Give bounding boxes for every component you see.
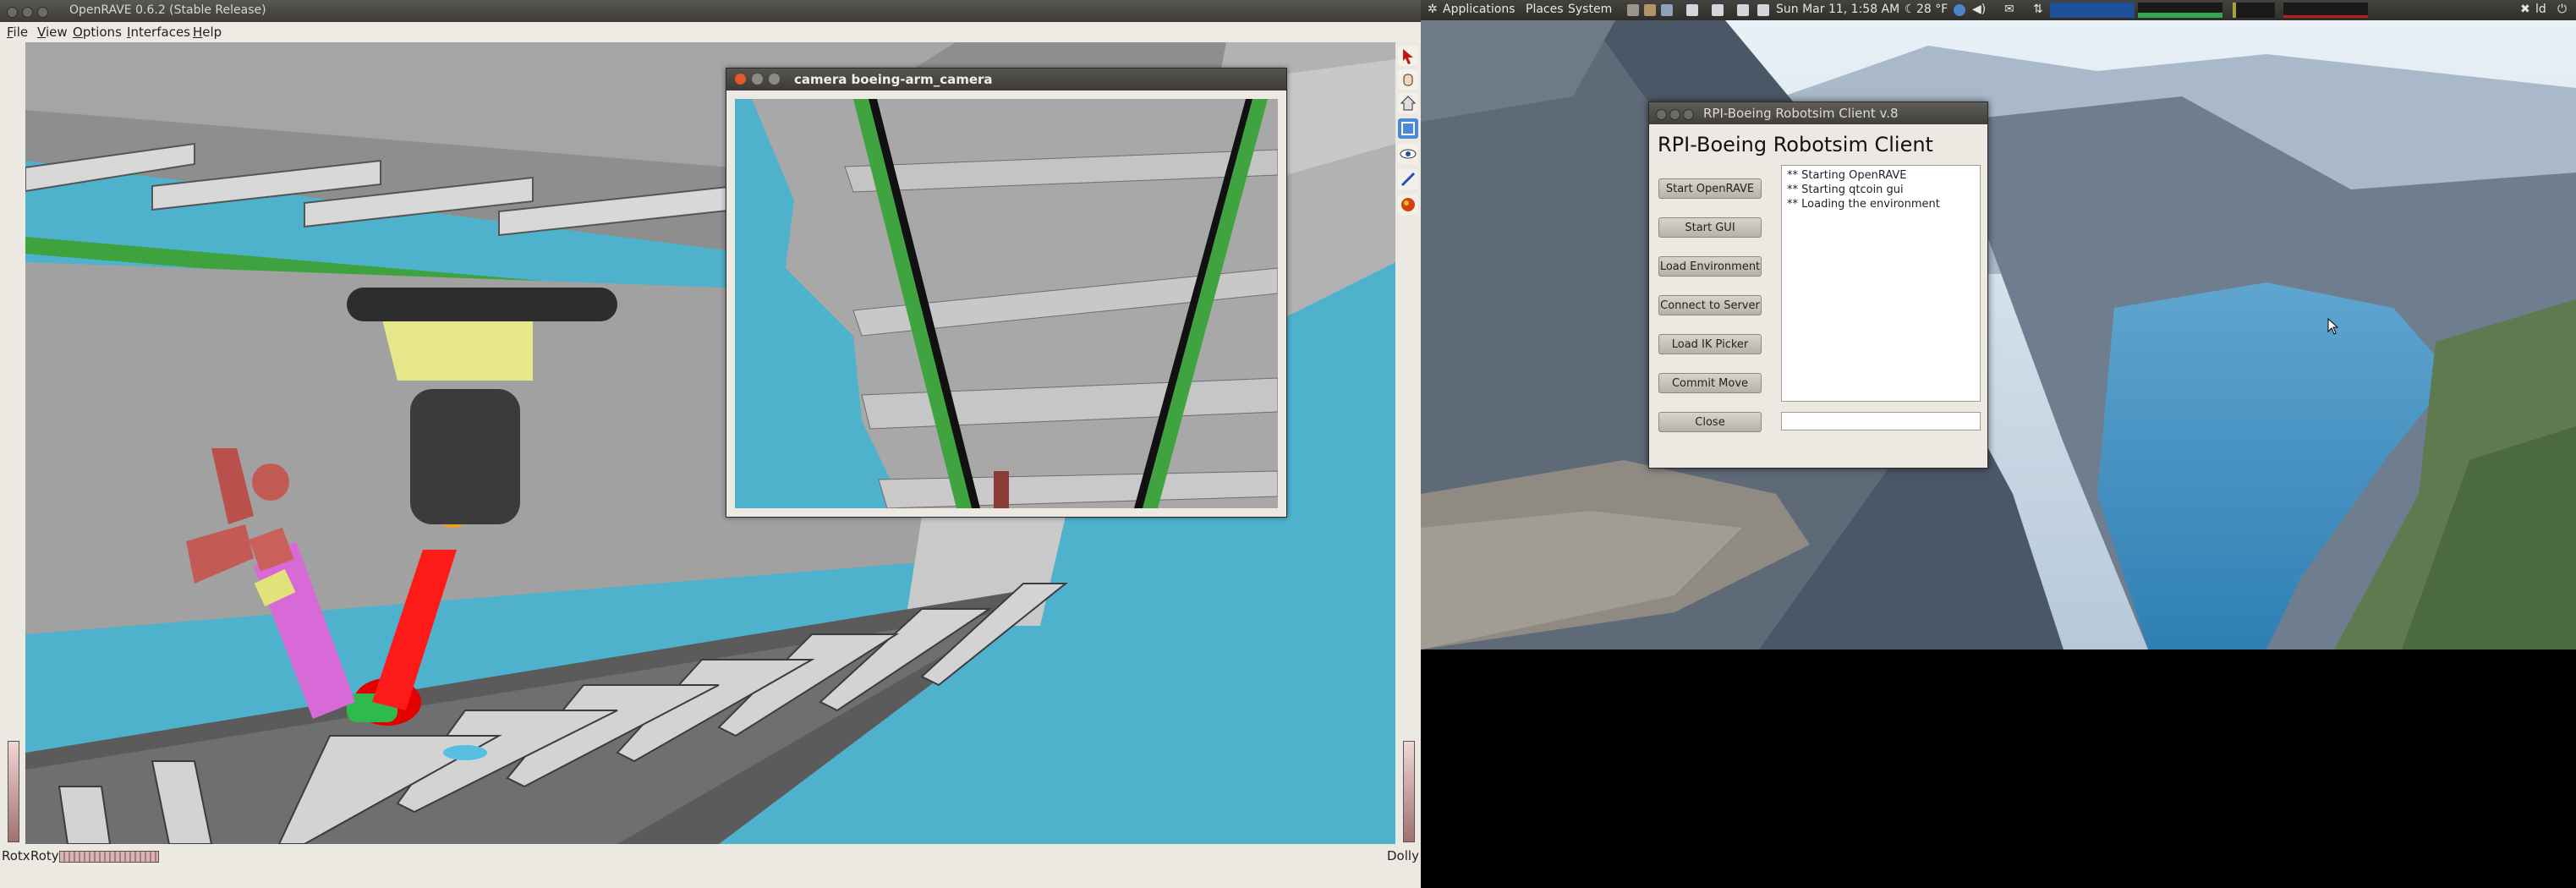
close-session-icon[interactable]: ✖	[2520, 3, 2530, 16]
dolly-label: Dolly	[1387, 848, 1419, 863]
start-gui-button[interactable]: Start GUI	[1658, 217, 1762, 238]
minimize-icon[interactable]	[1669, 109, 1680, 120]
view-all-icon[interactable]	[1398, 118, 1418, 139]
network-monitor-graph	[2050, 3, 2135, 18]
close-icon[interactable]	[1656, 109, 1667, 120]
launcher-icon[interactable]	[1644, 4, 1656, 16]
client-window-title: RPI-Boeing Robotsim Client v.8	[1703, 106, 1899, 121]
weather[interactable]: 28 °F	[1916, 3, 1948, 16]
menubar: File View Options Interfaces Help	[0, 22, 1421, 43]
openrave-titlebar[interactable]: OpenRAVE 0.6.2 (Stable Release)	[0, 0, 1421, 22]
rotx-label: Rotx	[2, 848, 30, 863]
top-panel: ✲ Applications Places System Sun Mar 11,…	[1421, 0, 2576, 20]
home-icon[interactable]	[1398, 93, 1418, 113]
close-icon[interactable]	[735, 74, 746, 85]
fjord-landscape-image	[1421, 20, 2576, 650]
connect-to-server-button[interactable]: Connect to Server	[1658, 295, 1762, 315]
user-name[interactable]: ld	[2535, 3, 2546, 16]
dolly-slider[interactable]	[1403, 741, 1415, 842]
volume-icon[interactable]: ◀)	[1972, 3, 1986, 16]
load-monitor-graph	[2283, 3, 2368, 18]
select-arrow-icon[interactable]	[1398, 46, 1418, 66]
rotx-slider[interactable]	[8, 741, 19, 842]
window-list-icon[interactable]	[1712, 4, 1724, 16]
memory-monitor-graph	[2138, 3, 2222, 18]
menu-help[interactable]: Help	[193, 25, 222, 40]
commit-move-button[interactable]: Commit Move	[1658, 373, 1762, 393]
close-icon[interactable]	[7, 7, 18, 18]
menu-places[interactable]: Places	[1526, 3, 1564, 16]
openrave-screen: OpenRAVE 0.6.2 (Stable Release) File Vie…	[0, 0, 1421, 888]
load-ik-picker-button[interactable]: Load IK Picker	[1658, 334, 1762, 354]
eye-icon[interactable]	[1398, 144, 1418, 164]
window-list-icon[interactable]	[1686, 4, 1698, 16]
moon-icon: ☾	[1905, 3, 1916, 16]
maximize-icon[interactable]	[769, 74, 780, 85]
camera-window: camera boeing-arm_camera	[726, 68, 1287, 518]
client-heading: RPI-Boeing Robotsim Client	[1658, 133, 1933, 156]
camera-window-title: camera boeing-arm_camera	[794, 72, 993, 87]
desktop-screen: ✲ Applications Places System Sun Mar 11,…	[1421, 0, 2576, 888]
robotsim-client-window: RPI-Boeing Robotsim Client v.8 RPI-Boein…	[1648, 101, 1988, 469]
ubuntu-logo-icon[interactable]: ✲	[1428, 3, 1438, 16]
menu-interfaces[interactable]: Interfaces	[127, 25, 190, 40]
minimize-icon[interactable]	[22, 7, 33, 18]
network-icon[interactable]	[1954, 4, 1965, 16]
hand-pan-icon[interactable]	[1398, 69, 1418, 90]
roty-slider[interactable]	[59, 851, 159, 863]
camera-titlebar[interactable]: camera boeing-arm_camera	[726, 69, 1286, 90]
menu-applications[interactable]: Applications	[1443, 3, 1515, 16]
menu-options[interactable]: Options	[73, 25, 122, 40]
menu-view[interactable]: View	[37, 25, 68, 40]
viewer-toolbar	[1395, 42, 1421, 844]
close-button[interactable]: Close	[1658, 412, 1762, 432]
pointer-icon[interactable]	[1398, 169, 1418, 189]
load-environment-button[interactable]: Load Environment	[1658, 256, 1762, 277]
mouse-pointer-icon	[2327, 317, 2339, 338]
command-input[interactable]	[1781, 412, 1981, 430]
maximize-icon[interactable]	[37, 7, 48, 18]
log-line: ** Starting qtcoin gui	[1787, 184, 1904, 196]
camera-view	[735, 99, 1278, 508]
window-list-icon[interactable]	[1737, 4, 1749, 16]
menu-file[interactable]: File	[7, 25, 28, 40]
roty-label: Roty	[30, 848, 59, 863]
log-output[interactable]: ** Starting OpenRAVE ** Starting qtcoin …	[1781, 165, 1981, 402]
swap-monitor-graph	[2233, 3, 2275, 18]
clock[interactable]: Sun Mar 11, 1:58 AM	[1776, 3, 1899, 16]
desktop-wallpaper	[1421, 20, 2576, 650]
statusbar: Rotx Roty Dolly	[0, 844, 1421, 888]
left-control-strip	[0, 42, 25, 844]
minimize-icon[interactable]	[752, 74, 763, 85]
log-line: ** Starting OpenRAVE	[1787, 169, 1907, 182]
transfer-icon[interactable]: ⇅	[2033, 3, 2043, 16]
object-icon[interactable]	[1398, 195, 1418, 215]
window-list-icon[interactable]	[1757, 4, 1769, 16]
mail-icon[interactable]: ✉	[2004, 3, 2014, 16]
camera-render	[735, 99, 1278, 508]
start-openrave-button[interactable]: Start OpenRAVE	[1658, 178, 1762, 199]
client-titlebar[interactable]: RPI-Boeing Robotsim Client v.8	[1649, 102, 1987, 124]
log-line: ** Loading the environment	[1787, 198, 1940, 211]
window-title: OpenRAVE 0.6.2 (Stable Release)	[69, 3, 266, 17]
maximize-icon[interactable]	[1683, 109, 1694, 120]
shutdown-icon[interactable]: ⏻	[2557, 3, 2567, 16]
launcher-icon[interactable]	[1627, 4, 1639, 16]
launcher-icon[interactable]	[1661, 4, 1673, 16]
menu-system[interactable]: System	[1568, 3, 1612, 16]
